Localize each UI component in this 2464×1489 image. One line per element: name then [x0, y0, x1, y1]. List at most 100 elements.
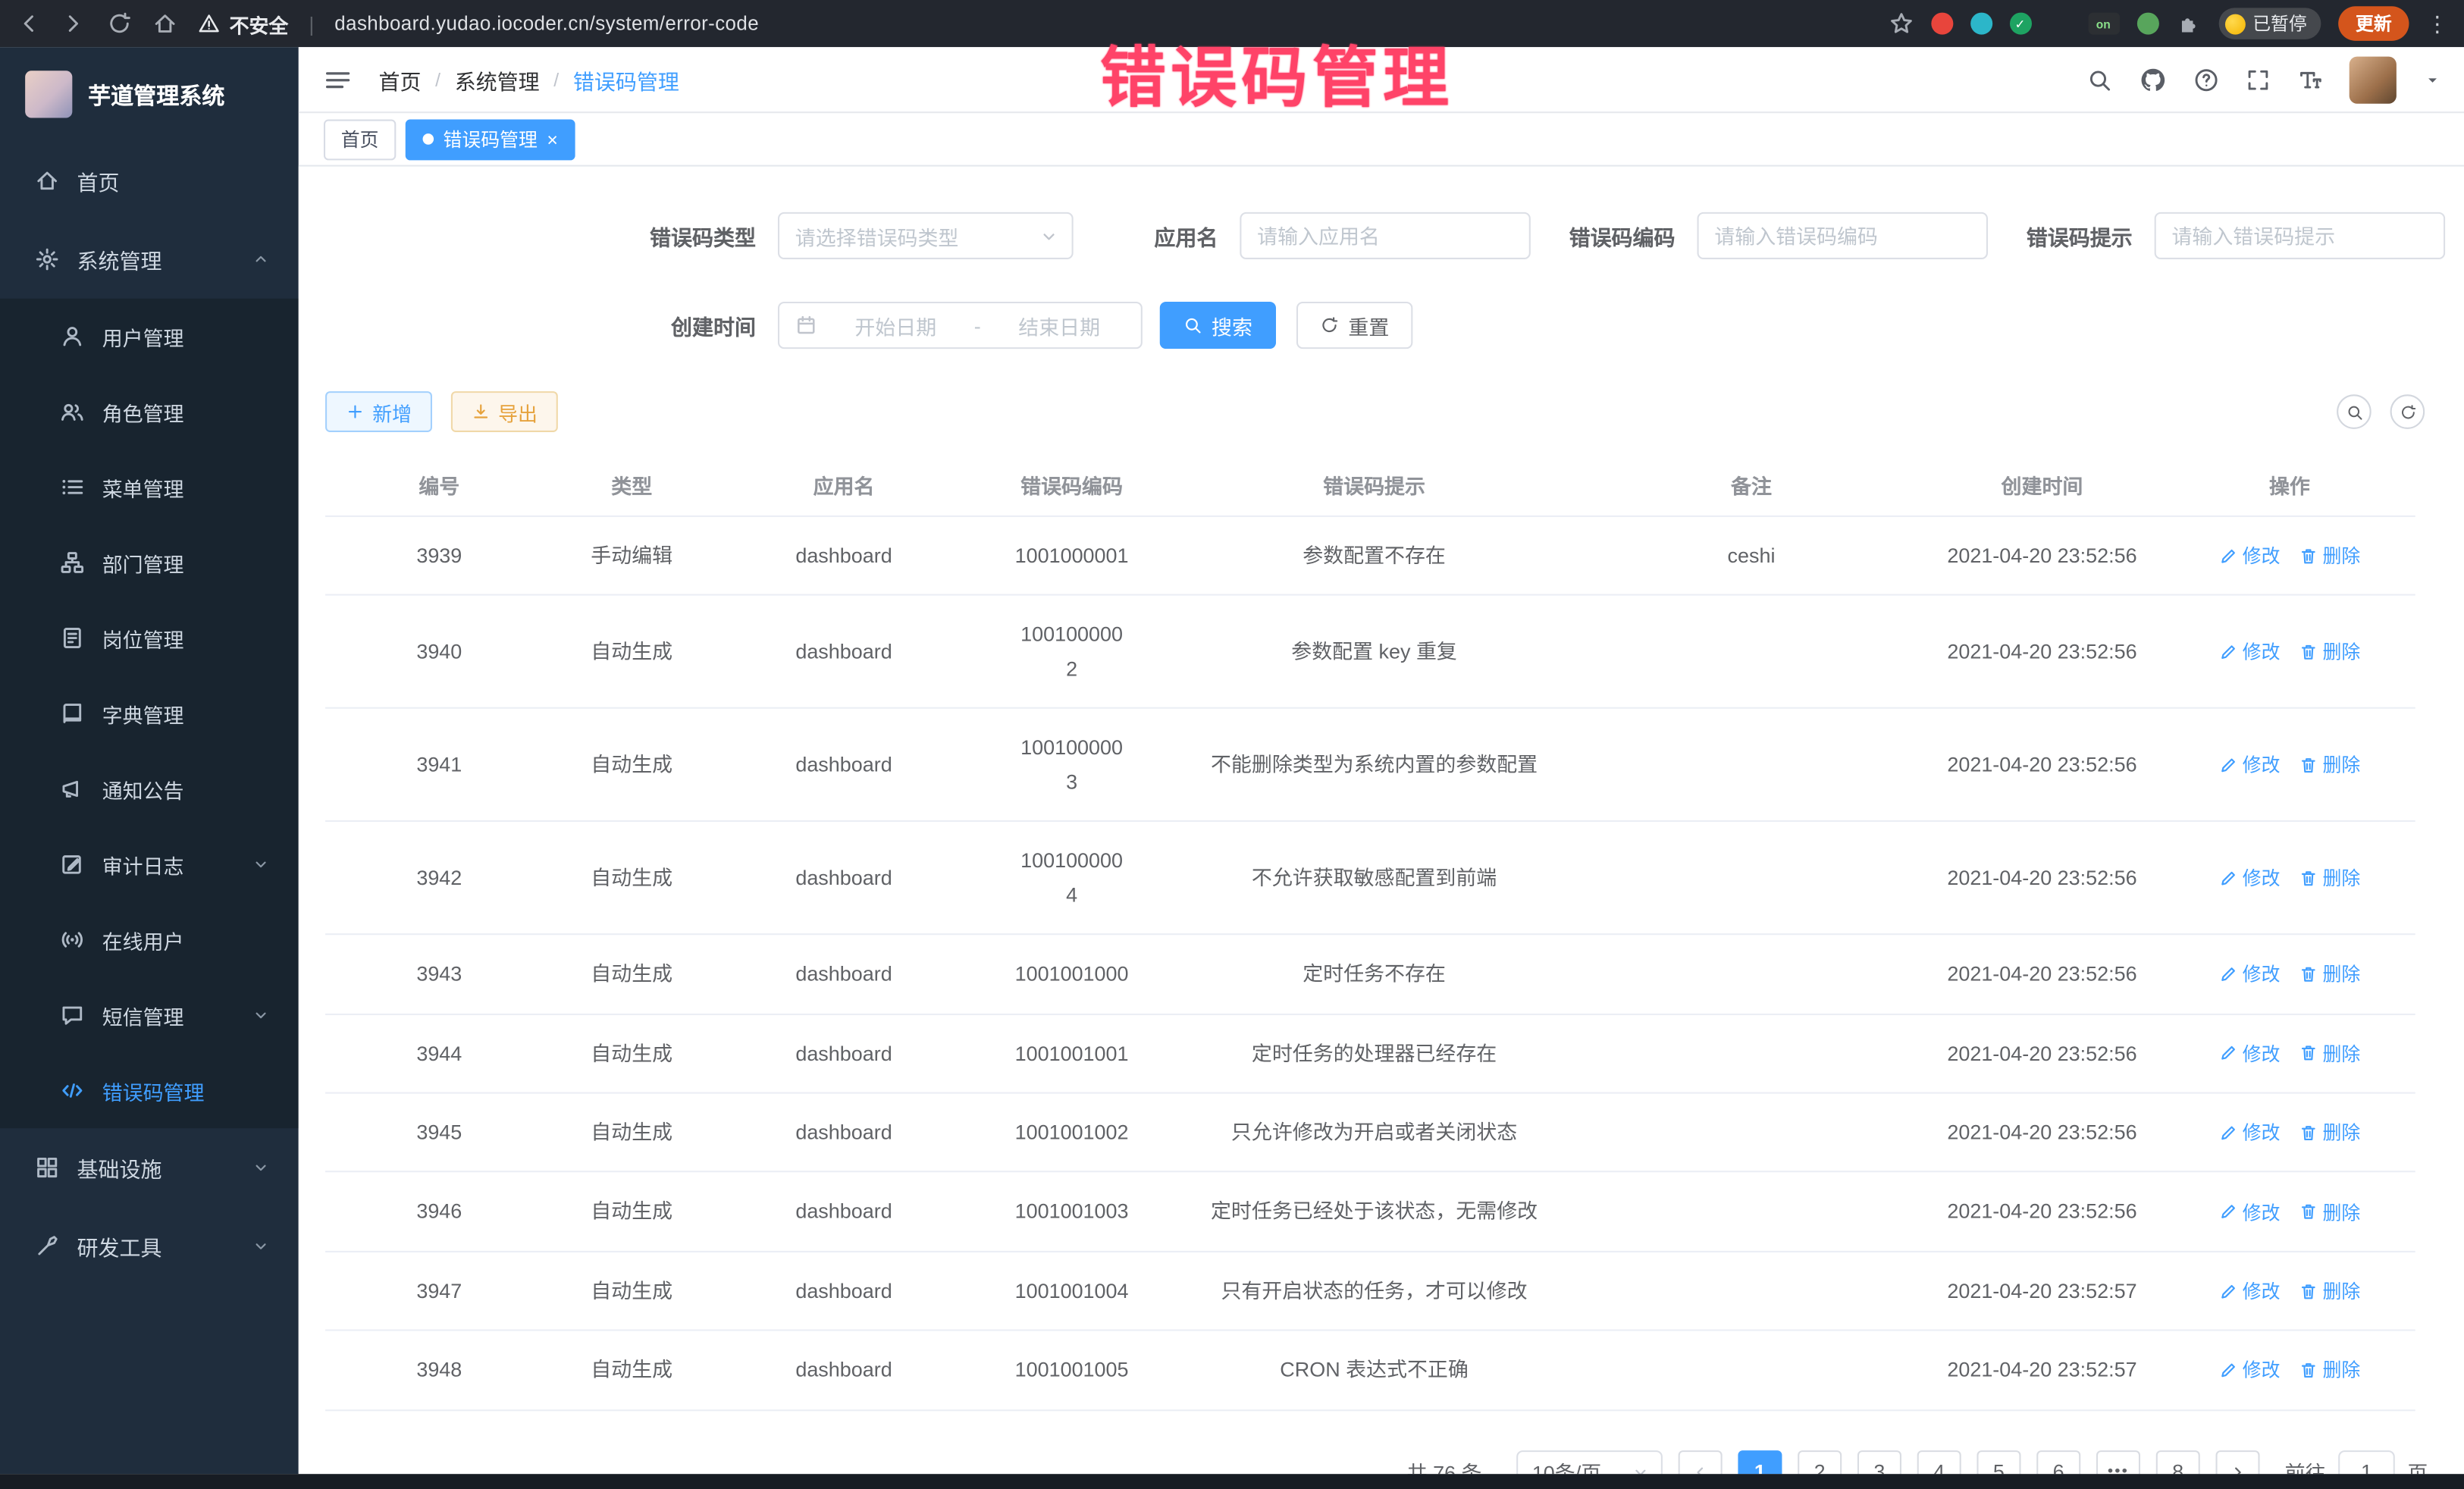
- prev-page-button[interactable]: [1679, 1450, 1723, 1474]
- sidebar-item-error-code-management[interactable]: 错误码管理: [0, 1053, 299, 1128]
- pencil-icon: [2219, 964, 2238, 983]
- sidebar-item-audit-log[interactable]: 审计日志: [0, 826, 299, 901]
- edit-link[interactable]: 修改: [2219, 1119, 2281, 1146]
- sidebar-item-dev-tools[interactable]: 研发工具: [0, 1207, 299, 1286]
- close-tab-icon[interactable]: ×: [547, 130, 558, 149]
- browser-home-icon[interactable]: [152, 11, 177, 36]
- sidebar-item-online-users[interactable]: 在线用户: [0, 902, 299, 977]
- cell-hint: 定时任务不存在: [1166, 935, 1582, 1012]
- sidebar-item-post-management[interactable]: 岗位管理: [0, 600, 299, 676]
- edit-link[interactable]: 修改: [2219, 961, 2281, 987]
- page-button-3[interactable]: 3: [1857, 1450, 1901, 1474]
- delete-link[interactable]: 删除: [2299, 751, 2360, 778]
- sidebar-item-system-management[interactable]: 系统管理: [0, 220, 299, 299]
- edit-link[interactable]: 修改: [2219, 1040, 2281, 1067]
- help-icon[interactable]: [2193, 67, 2218, 92]
- end-date-placeholder[interactable]: 结束日期: [993, 310, 1125, 340]
- next-page-button[interactable]: [2215, 1450, 2259, 1474]
- drop-extension-icon[interactable]: [1970, 13, 1992, 35]
- sidebar-item-user-management[interactable]: 用户管理: [0, 299, 299, 374]
- breadcrumb-system[interactable]: 系统管理: [455, 64, 540, 95]
- goto-unit: 页: [2407, 1457, 2428, 1474]
- sidebar-item-role-management[interactable]: 角色管理: [0, 374, 299, 449]
- delete-link[interactable]: 删除: [2299, 1357, 2360, 1384]
- more-pages-button[interactable]: •••: [2096, 1450, 2140, 1474]
- on-extension-icon[interactable]: on: [2088, 13, 2119, 35]
- caret-down-icon[interactable]: [2423, 70, 2442, 89]
- search-button[interactable]: 搜索: [1160, 302, 1276, 349]
- edit-link[interactable]: 修改: [2219, 1199, 2281, 1225]
- page-button-5[interactable]: 5: [1977, 1450, 2020, 1474]
- date-range-picker[interactable]: 开始日期 - 结束日期: [778, 302, 1143, 349]
- github-icon[interactable]: [2139, 65, 2167, 93]
- reload-icon[interactable]: [107, 11, 132, 36]
- start-date-placeholder[interactable]: 开始日期: [829, 310, 961, 340]
- error-code-table: 编号 类型 应用名 错误码编码 错误码提示 备注 创建时间 操作 3939 手动…: [325, 454, 2415, 1411]
- check-extension-icon[interactable]: ✓: [2009, 13, 2031, 35]
- paused-badge[interactable]: 已暂停: [2218, 8, 2321, 39]
- sidebar-item-dept-management[interactable]: 部门管理: [0, 525, 299, 600]
- error-type-select[interactable]: 请选择错误码类型: [778, 212, 1074, 259]
- page-button-6[interactable]: 6: [2036, 1450, 2080, 1474]
- export-button[interactable]: 导出: [451, 391, 558, 432]
- page-button-4[interactable]: 4: [1917, 1450, 1961, 1474]
- error-code-input[interactable]: [1698, 212, 1988, 259]
- page-button-2[interactable]: 2: [1798, 1450, 1842, 1474]
- app-name-input[interactable]: [1240, 212, 1530, 259]
- leaf-extension-icon[interactable]: [2136, 13, 2158, 35]
- chevron-down-icon: [1039, 225, 1059, 246]
- page-button-1[interactable]: 1: [1738, 1450, 1782, 1474]
- delete-link[interactable]: 删除: [2299, 1119, 2360, 1146]
- edit-link[interactable]: 修改: [2219, 864, 2281, 891]
- page-button-8[interactable]: 8: [2156, 1450, 2200, 1474]
- tab-bar: 首页 错误码管理 ×: [299, 113, 2464, 166]
- chevron-down-icon: [252, 855, 271, 874]
- extensions-puzzle-icon[interactable]: [2176, 11, 2201, 36]
- collapse-sidebar-icon[interactable]: [324, 65, 352, 93]
- toggle-search-button[interactable]: [2337, 394, 2372, 429]
- delete-link[interactable]: 删除: [2299, 638, 2360, 665]
- error-hint-input[interactable]: [2155, 212, 2445, 259]
- chevron-left-icon: [1691, 1462, 1710, 1474]
- trash-icon: [2299, 755, 2318, 774]
- delete-link[interactable]: 删除: [2299, 1277, 2360, 1304]
- delete-link[interactable]: 删除: [2299, 1199, 2360, 1225]
- security-indicator[interactable]: 不安全: [198, 8, 288, 38]
- font-size-icon[interactable]: [2297, 67, 2322, 92]
- edit-link[interactable]: 修改: [2219, 1277, 2281, 1304]
- sidebar-item-notice[interactable]: 通知公告: [0, 751, 299, 826]
- fullscreen-icon[interactable]: [2246, 67, 2271, 92]
- delete-link[interactable]: 删除: [2299, 543, 2360, 569]
- sidebar-item-dashboard[interactable]: 首页: [0, 142, 299, 221]
- user-avatar[interactable]: [2350, 56, 2397, 103]
- page-size-select[interactable]: 10条/页: [1516, 1450, 1663, 1474]
- edit-link[interactable]: 修改: [2219, 1357, 2281, 1384]
- tab-home[interactable]: 首页: [324, 118, 396, 159]
- update-button[interactable]: 更新: [2338, 6, 2409, 41]
- search-icon[interactable]: [2087, 67, 2112, 92]
- sidebar-item-menu-management[interactable]: 菜单管理: [0, 450, 299, 525]
- sidebar-item-sms-management[interactable]: 短信管理: [0, 977, 299, 1052]
- edit-link[interactable]: 修改: [2219, 638, 2281, 665]
- download-icon: [472, 403, 491, 422]
- forward-icon[interactable]: [61, 11, 86, 36]
- delete-link[interactable]: 删除: [2299, 864, 2360, 891]
- tab-error-code[interactable]: 错误码管理 ×: [406, 118, 575, 159]
- delete-link[interactable]: 删除: [2299, 1040, 2360, 1067]
- goto-page-input[interactable]: [2338, 1450, 2395, 1474]
- recording-extension-icon[interactable]: [1930, 13, 1952, 35]
- sidebar-item-infrastructure[interactable]: 基础设施: [0, 1128, 299, 1207]
- breadcrumb-home[interactable]: 首页: [379, 64, 422, 95]
- back-icon[interactable]: [16, 11, 41, 36]
- browser-menu-icon[interactable]: ⋮: [2426, 13, 2448, 35]
- edit-link[interactable]: 修改: [2219, 543, 2281, 569]
- sidebar-item-dict-management[interactable]: 字典管理: [0, 676, 299, 751]
- cell-time: 2021-04-20 23:52:56: [1920, 613, 2164, 691]
- grid-extension-icon[interactable]: [2049, 13, 2071, 35]
- refresh-table-button[interactable]: [2390, 394, 2425, 429]
- bookmark-star-icon[interactable]: [1888, 11, 1913, 36]
- add-button[interactable]: 新增: [325, 391, 432, 432]
- delete-link[interactable]: 删除: [2299, 961, 2360, 987]
- edit-link[interactable]: 修改: [2219, 751, 2281, 778]
- reset-button[interactable]: 重置: [1296, 302, 1412, 349]
